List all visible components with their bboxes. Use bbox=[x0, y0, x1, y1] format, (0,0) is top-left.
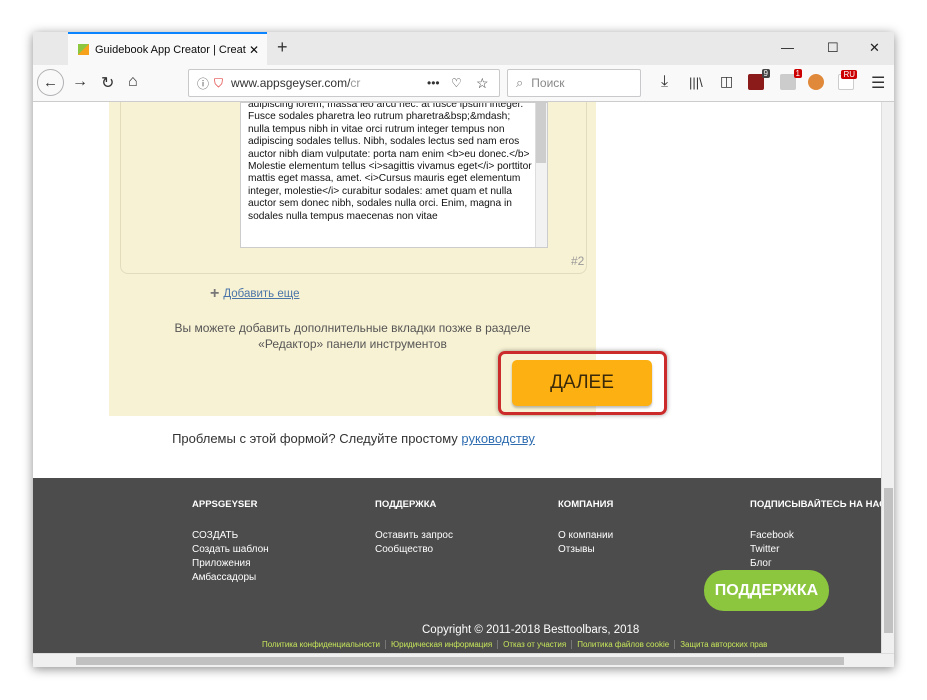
form-panel: adipiscing lorem, massa leo arcu nec: at… bbox=[109, 102, 667, 416]
url-host: www.appsgeyser.com/ bbox=[231, 76, 351, 90]
sidebar-icon[interactable]: ◫ bbox=[720, 73, 733, 90]
footer-link[interactable]: Отзывы bbox=[558, 544, 613, 555]
info-icon[interactable]: ⓘ bbox=[197, 75, 209, 92]
legal-link[interactable]: Политика конфиденциальности bbox=[257, 640, 387, 649]
plus-icon: + bbox=[210, 285, 220, 302]
close-tab-icon[interactable]: ✕ bbox=[247, 43, 261, 57]
footer-link[interactable]: Создать шаблон bbox=[192, 544, 269, 555]
footer-col-company: КОМПАНИЯ О компании Отзывы bbox=[558, 499, 614, 555]
reload-icon[interactable]: ↻ bbox=[101, 73, 114, 93]
footer-link[interactable]: Twitter bbox=[750, 544, 881, 555]
address-bar[interactable]: ⓘ ⛉ www.appsgeyser.com/cr ••• ♡ ☆ bbox=[188, 69, 500, 97]
url-rest: cr bbox=[350, 76, 361, 90]
textarea-scrollbar[interactable] bbox=[535, 103, 547, 247]
footer-link[interactable]: Приложения bbox=[192, 558, 269, 569]
ublock-icon[interactable]: 9 bbox=[748, 69, 770, 90]
tab-bar: Guidebook App Creator | Creat ✕ + — ☐ ✕ bbox=[33, 32, 894, 65]
problem-text: Проблемы с этой формой? Следуйте простом… bbox=[172, 431, 535, 446]
search-icon: ⌕ bbox=[516, 75, 524, 90]
textarea-scroll-thumb[interactable] bbox=[536, 103, 546, 163]
footer-link[interactable]: Сообщество bbox=[375, 544, 453, 555]
content-textarea[interactable]: adipiscing lorem, massa leo arcu nec: at… bbox=[240, 102, 548, 248]
support-button[interactable]: ПОДДЕРЖКА bbox=[704, 570, 829, 611]
close-window-icon[interactable]: ✕ bbox=[869, 40, 880, 56]
next-button[interactable]: ДАЛЕЕ bbox=[512, 360, 652, 406]
footer: APPSGEYSER СОЗДАТЬ Создать шаблон Прилож… bbox=[33, 478, 881, 653]
textarea-text: adipiscing lorem, massa leo arcu nec: at… bbox=[248, 102, 535, 222]
page-actions-icon[interactable]: ••• bbox=[427, 76, 440, 90]
maximize-icon[interactable]: ☐ bbox=[827, 40, 839, 56]
footer-link[interactable]: Блог bbox=[750, 558, 881, 569]
download-icon[interactable]: ⤓ bbox=[661, 73, 668, 91]
legal-link[interactable]: Политика файлов cookie bbox=[572, 640, 676, 649]
hint-text: Вы можете добавить дополнительные вкладк… bbox=[174, 321, 531, 351]
bookmark-star-icon[interactable]: ☆ bbox=[476, 75, 489, 92]
privacy-badger-icon[interactable]: 1 bbox=[780, 69, 802, 90]
forward-arrow-icon[interactable]: → bbox=[72, 73, 88, 91]
nav-bar: ← → ↻ ⌂ ⓘ ⛉ www.appsgeyser.com/cr ••• ♡ … bbox=[33, 65, 894, 102]
tab-number: #2 bbox=[571, 254, 585, 268]
footer-col-appsgeyser: APPSGEYSER СОЗДАТЬ Создать шаблон Прилож… bbox=[192, 499, 269, 583]
footer-link[interactable]: СОЗДАТЬ bbox=[192, 530, 269, 541]
tab-title: Guidebook App Creator | Creat bbox=[95, 43, 246, 56]
home-icon[interactable]: ⌂ bbox=[128, 73, 138, 91]
legal-link[interactable]: Защита авторских прав bbox=[675, 640, 772, 649]
monkey-icon[interactable] bbox=[808, 74, 824, 90]
footer-link[interactable]: Амбассадоры bbox=[192, 572, 269, 583]
new-tab-icon[interactable]: + bbox=[277, 37, 288, 58]
guide-link[interactable]: руководству bbox=[461, 431, 535, 446]
tracking-shield-icon[interactable]: ⛉ bbox=[214, 76, 223, 91]
library-icon[interactable]: |||\ bbox=[689, 75, 703, 90]
horizontal-scroll-thumb[interactable] bbox=[76, 657, 844, 665]
footer-col-support: ПОДДЕРЖКА Оставить запрос Сообщество bbox=[375, 499, 453, 555]
footer-link[interactable]: О компании bbox=[558, 530, 613, 541]
minimize-icon[interactable]: — bbox=[781, 40, 794, 55]
search-placeholder: Поиск bbox=[531, 76, 565, 90]
footer-link[interactable]: Оставить запрос bbox=[375, 530, 453, 541]
footer-link[interactable]: Facebook bbox=[750, 530, 881, 541]
add-more-link[interactable]: + Добавить еще bbox=[210, 285, 300, 303]
translate-icon[interactable]: RU bbox=[838, 70, 857, 90]
page-horizontal-scrollbar[interactable] bbox=[33, 653, 894, 667]
vertical-scroll-thumb[interactable] bbox=[884, 488, 893, 633]
tab-content-box: adipiscing lorem, massa leo arcu nec: at… bbox=[120, 102, 587, 274]
back-arrow-icon[interactable]: ← bbox=[37, 69, 64, 96]
search-input[interactable]: ⌕ Поиск bbox=[507, 69, 641, 97]
page-vertical-scrollbar[interactable] bbox=[881, 102, 894, 653]
pocket-icon[interactable]: ♡ bbox=[451, 76, 462, 90]
favicon-icon bbox=[78, 44, 89, 55]
legal-links: Политика конфиденциальности Юридическая … bbox=[257, 640, 772, 649]
legal-link[interactable]: Юридическая информация bbox=[386, 640, 499, 649]
menu-icon[interactable]: ☰ bbox=[871, 73, 885, 93]
legal-link[interactable]: Отказ от участия bbox=[498, 640, 573, 649]
browser-tab[interactable]: Guidebook App Creator | Creat ✕ bbox=[68, 32, 267, 65]
copyright: Copyright © 2011-2018 Besttoolbars, 2018 bbox=[422, 624, 640, 636]
